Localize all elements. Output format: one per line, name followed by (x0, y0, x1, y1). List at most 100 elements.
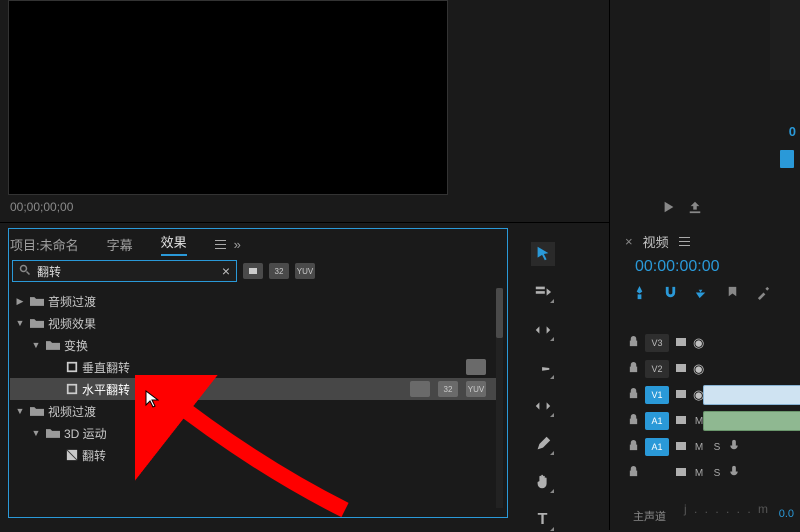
tree-folder-video-transitions[interactable]: ▼ 视频过渡 (10, 400, 496, 422)
linked-selection-icon[interactable] (694, 285, 709, 303)
track-master[interactable]: M S (618, 460, 800, 486)
type-tool[interactable]: T (531, 508, 555, 532)
panel-menu-icon[interactable] (679, 237, 690, 246)
effect-vertical-flip[interactable]: 垂直翻转 (10, 356, 496, 378)
snap-icon[interactable] (632, 285, 647, 303)
master-level-value[interactable]: 0.0 (779, 508, 794, 520)
export-frame-icon[interactable] (688, 200, 702, 217)
effect-badges (466, 359, 486, 375)
video-clip[interactable] (703, 385, 800, 405)
lock-icon[interactable] (628, 388, 639, 402)
lock-icon[interactable] (628, 466, 639, 480)
chevron-down-icon[interactable]: ▼ (30, 428, 42, 438)
sequence-title[interactable]: 视频 (643, 232, 669, 251)
eye-icon[interactable]: ◉ (693, 361, 704, 377)
track-select-tool[interactable] (531, 280, 555, 304)
panel-divider (0, 222, 610, 223)
ripple-edit-tool[interactable] (531, 318, 555, 342)
hand-tool[interactable] (531, 470, 555, 494)
lock-icon[interactable] (628, 440, 639, 454)
folder-icon (30, 296, 44, 307)
play-icon[interactable] (662, 200, 676, 217)
track-v3[interactable]: V3 ◉ (618, 330, 800, 356)
chevron-down-icon[interactable]: ▼ (14, 318, 26, 328)
chevron-right-icon[interactable]: ▶ (14, 296, 26, 307)
accelerated-badge-icon (466, 359, 486, 375)
tool-palette: T (520, 230, 565, 532)
razor-tool[interactable] (531, 356, 555, 380)
transition-icon (66, 449, 78, 461)
tree-folder-transform[interactable]: ▼ 变换 (10, 334, 496, 356)
effects-search-row: × 32 YUV (12, 260, 315, 282)
effects-tree: ▶ 音频过渡 ▼ 视频效果 ▼ 变换 垂直翻转 水平翻转 32 YUV ▼ 视频… (10, 290, 500, 466)
chevron-down-icon[interactable]: ▼ (30, 340, 42, 350)
audio-clip[interactable] (703, 411, 800, 431)
magnet-icon[interactable] (663, 285, 678, 303)
track-label[interactable]: V2 (645, 360, 669, 378)
timeline-panel-header: × 视频 (625, 232, 690, 251)
toggle-output-icon[interactable] (675, 440, 687, 455)
selection-tool[interactable] (531, 242, 555, 266)
folder-icon (30, 406, 44, 417)
eye-icon[interactable]: ◉ (693, 335, 704, 351)
tab-subtitles[interactable]: 字幕 (107, 235, 133, 254)
lock-icon[interactable] (628, 336, 639, 350)
voice-record-icon[interactable] (729, 439, 739, 455)
monitor-right-strip (770, 0, 800, 80)
toggle-output-icon[interactable] (675, 388, 687, 403)
toggle-output-icon[interactable] (675, 414, 687, 429)
master-track-label: 主声道 (633, 508, 666, 524)
clear-search-icon[interactable]: × (222, 263, 230, 279)
effects-search-input[interactable] (37, 264, 216, 278)
track-a1[interactable]: A1 M S (618, 408, 800, 434)
voice-record-icon[interactable] (729, 465, 739, 481)
marker-icon[interactable] (725, 285, 740, 303)
mute-toggle[interactable]: M (693, 442, 705, 453)
scrollbar-thumb[interactable] (496, 288, 503, 338)
effect-horizontal-flip[interactable]: 水平翻转 32 YUV (10, 378, 496, 400)
tree-folder-audio-transitions[interactable]: ▶ 音频过渡 (10, 290, 496, 312)
track-a1b[interactable]: A1 M S (618, 434, 800, 460)
tree-label: 水平翻转 (82, 381, 130, 398)
slip-tool[interactable] (531, 394, 555, 418)
toggle-output-icon[interactable] (675, 362, 687, 377)
solo-toggle[interactable]: S (711, 442, 723, 453)
panel-overflow-icon[interactable]: » (234, 237, 241, 252)
solo-toggle[interactable]: S (711, 468, 723, 479)
track-label[interactable]: A1 (645, 412, 669, 430)
effect-icon (66, 361, 78, 373)
close-panel-icon[interactable]: × (625, 234, 633, 249)
tree-folder-video-effects[interactable]: ▼ 视频效果 (10, 312, 496, 334)
monitor-timecode[interactable]: 00;00;00;00 (10, 200, 73, 214)
settings-icon[interactable] (756, 285, 771, 303)
monitor-right-timecode: 0 (789, 124, 796, 139)
tree-scrollbar[interactable] (496, 288, 503, 508)
toggle-output-icon[interactable] (675, 466, 687, 481)
mute-toggle[interactable]: M (693, 468, 705, 479)
track-v2[interactable]: V2 ◉ (618, 356, 800, 382)
transition-flip[interactable]: 翻转 (10, 444, 496, 466)
panel-menu-icon[interactable] (215, 240, 226, 249)
lock-icon[interactable] (628, 362, 639, 376)
program-monitor (8, 0, 448, 195)
tab-effects[interactable]: 效果 (161, 232, 187, 256)
pen-tool[interactable] (531, 432, 555, 456)
tree-folder-3d-motion[interactable]: ▼ 3D 运动 (10, 422, 496, 444)
folder-icon (30, 318, 44, 329)
tab-project[interactable]: 项目:未命名 (10, 235, 79, 254)
filter-32bit-icon[interactable]: 32 (269, 263, 289, 279)
track-v1[interactable]: V1 ◉ (618, 382, 800, 408)
toggle-output-icon[interactable] (675, 336, 687, 351)
track-label[interactable]: V1 (645, 386, 669, 404)
lock-icon[interactable] (628, 414, 639, 428)
filter-accelerated-icon[interactable] (243, 263, 263, 279)
panel-divider (609, 0, 610, 530)
effects-search-box[interactable]: × (12, 260, 237, 282)
filter-yuv-icon[interactable]: YUV (295, 263, 315, 279)
track-label[interactable]: V3 (645, 334, 669, 352)
chevron-down-icon[interactable]: ▼ (14, 406, 26, 416)
monitor-in-marker[interactable] (780, 150, 794, 168)
track-label[interactable]: A1 (645, 438, 669, 456)
playhead-timecode[interactable]: 00:00:00:00 (635, 258, 720, 276)
tree-label: 变换 (64, 337, 88, 354)
